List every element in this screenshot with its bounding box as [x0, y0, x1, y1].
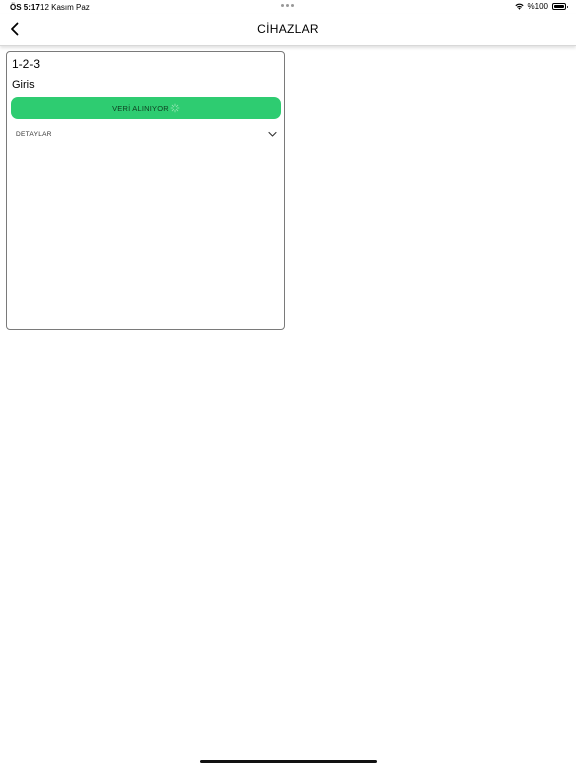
wifi-icon [514, 3, 524, 10]
page-title: CİHAZLAR [257, 22, 319, 36]
status-time: ÖS 5:17 [10, 3, 40, 12]
status-right: %100 [514, 2, 568, 11]
device-card[interactable]: 1-2-3 Giris VERİ ALINIYOR DETAYLAR [6, 51, 285, 330]
status-date: 12 Kasım Paz [40, 3, 90, 12]
details-accordion[interactable]: DETAYLAR [11, 128, 281, 142]
home-indicator[interactable] [200, 760, 377, 763]
navigation-bar: CİHAZLAR [0, 14, 576, 46]
device-status: Giris [12, 79, 35, 91]
device-id: 1-2-3 [12, 57, 41, 71]
battery-percentage: %100 [527, 2, 548, 11]
details-label: DETAYLAR [16, 131, 52, 138]
battery-icon [552, 3, 568, 10]
data-button-label: VERİ ALINIYOR [112, 103, 169, 113]
status-bar: ÖS 5:17 12 Kasım Paz %100 [0, 0, 576, 14]
multitask-dots-icon[interactable] [281, 4, 294, 7]
chevron-down-icon [268, 131, 277, 137]
data-loading-button[interactable]: VERİ ALINIYOR [11, 97, 281, 119]
spinner-icon [170, 103, 180, 113]
